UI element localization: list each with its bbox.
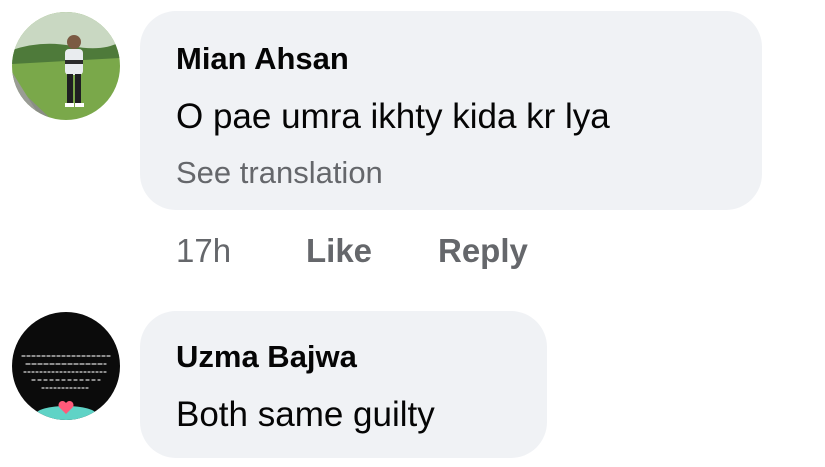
avatar[interactable] bbox=[12, 312, 120, 420]
reply-button[interactable]: Reply bbox=[438, 232, 528, 270]
avatar-image bbox=[12, 312, 120, 420]
avatar-photo bbox=[12, 12, 120, 120]
comment-2: Uzma Bajwa Both same guilty bbox=[0, 300, 825, 467]
comment-bubble: Uzma Bajwa Both same guilty bbox=[140, 311, 547, 458]
comment-author[interactable]: Mian Ahsan bbox=[176, 41, 349, 77]
like-button[interactable]: Like bbox=[306, 232, 372, 270]
avatar[interactable] bbox=[12, 12, 120, 120]
see-translation-link[interactable]: See translation bbox=[176, 155, 383, 191]
comment-author[interactable]: Uzma Bajwa bbox=[176, 339, 357, 375]
comment-text: O pae umra ikhty kida kr lya bbox=[176, 97, 610, 136]
comment-bubble: Mian Ahsan O pae umra ikhty kida kr lya … bbox=[140, 11, 762, 210]
comment-1: Mian Ahsan O pae umra ikhty kida kr lya … bbox=[0, 0, 825, 290]
comment-text: Both same guilty bbox=[176, 395, 435, 434]
comment-timestamp[interactable]: 17h bbox=[176, 232, 231, 270]
